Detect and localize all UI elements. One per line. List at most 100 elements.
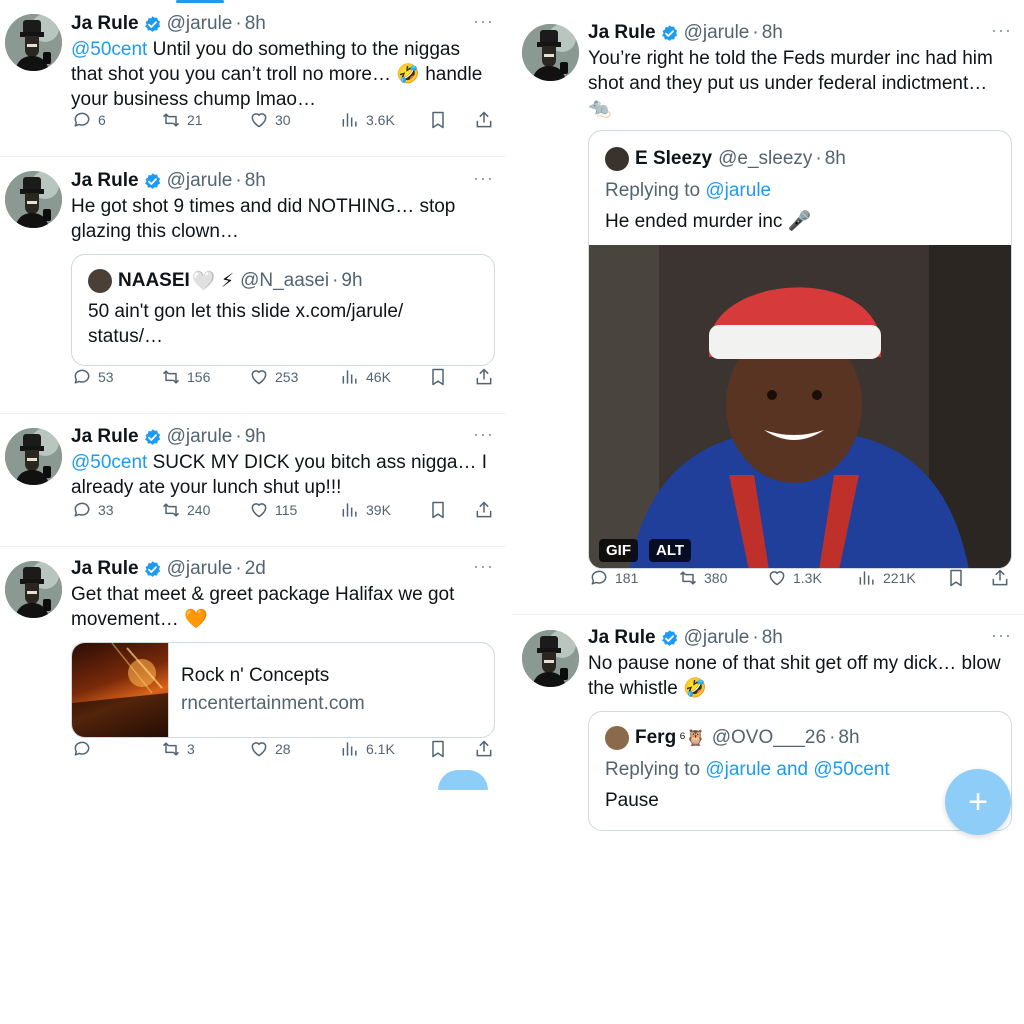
avatar[interactable] [5,428,62,485]
share-button[interactable] [474,110,494,130]
tweet-time[interactable]: 8h [762,627,783,649]
bookmark-button[interactable] [428,500,448,520]
share-button[interactable] [990,568,1010,588]
replying-prefix: Replying to [605,180,706,201]
gif-badge: GIF [599,539,638,562]
quote-header: Ferg ⁶🦉 @OVO___26 · 8h [605,726,995,750]
quote-text: He ended murder inc 🎤 [605,211,812,232]
tweet[interactable]: Ja Rule @jarule · 2d ··· Get that meet &… [0,547,506,790]
view-count: 221K [883,570,916,586]
author-handle[interactable]: @jarule [167,558,233,580]
author-handle[interactable]: @jarule [167,170,233,192]
tweet-text: @50cent Until you do something to the ni… [71,37,494,112]
tweet[interactable]: Ja Rule @jarule · 8h ··· He got shot 9 t… [0,157,506,414]
repost-button[interactable]: 156 [161,367,210,387]
views-button[interactable]: 3.6K [340,110,395,130]
repost-button[interactable]: 380 [678,568,727,588]
tweet-text: You’re right he told the Feds murder inc… [588,48,993,119]
tweet-header: Ja Rule @jarule · 8h [71,169,494,193]
more-options-icon[interactable]: ··· [473,557,494,575]
author-name[interactable]: Ja Rule [71,558,139,580]
alt-badge[interactable]: ALT [649,539,692,562]
reply-button[interactable]: 33 [72,500,114,520]
avatar[interactable] [5,561,62,618]
author-handle[interactable]: @jarule [684,627,750,649]
like-button[interactable]: 115 [249,500,297,520]
tweet-time[interactable]: 8h [245,13,266,35]
like-count: 28 [275,741,291,757]
bookmark-button[interactable] [428,739,448,759]
more-options-icon[interactable]: ··· [473,425,494,443]
avatar[interactable] [522,24,579,81]
share-icon [474,110,494,130]
reply-button[interactable]: 53 [72,367,114,387]
repost-button[interactable]: 21 [161,110,203,130]
mention-link[interactable]: @50cent [71,452,147,473]
author-name[interactable]: Ja Rule [71,13,139,35]
reply-count: 181 [615,570,639,586]
quote-time: 8h [824,148,846,169]
reply-button[interactable]: 181 [589,568,638,588]
tweet-text: @50cent SUCK MY DICK you bitch ass nigga… [71,450,494,500]
repost-button[interactable]: 240 [161,500,210,520]
bookmark-button[interactable] [946,568,966,588]
avatar[interactable] [5,171,62,228]
quoted-tweet[interactable]: NAASEI 🤍 ⚡ @N_aasei · 9h 50 ain't gon le… [71,254,495,366]
link-card[interactable]: Rock n' Concepts rncentertainment.com [71,642,495,738]
quote-author-name: E Sleezy [635,148,713,169]
bookmark-button[interactable] [428,367,448,387]
gif-media[interactable]: GIF ALT [589,245,1011,568]
link-card-title: Rock n' Concepts [181,665,330,686]
repost-count: 21 [187,112,203,128]
tweet-time[interactable]: 9h [245,426,266,448]
author-handle[interactable]: @jarule [167,426,233,448]
tweet-time[interactable]: 2d [245,558,266,580]
views-button[interactable]: 39K [340,500,391,520]
quoted-tweet[interactable]: E Sleezy @e_sleezy · 8h Replying to @jar… [588,130,1012,569]
share-button[interactable] [474,739,494,759]
author-handle[interactable]: @jarule [684,22,750,44]
tweet[interactable]: Ja Rule @jarule · 9h ··· @50cent SUCK MY… [0,414,506,547]
author-name[interactable]: Ja Rule [71,426,139,448]
gif-image [589,245,1011,568]
avatar[interactable] [5,14,62,71]
share-button[interactable] [474,367,494,387]
quote-author-handle: @N_aasei [240,270,330,291]
views-button[interactable]: 221K [857,568,916,588]
repost-button[interactable]: 3 [161,739,195,759]
link-card-info: Rock n' Concepts rncentertainment.com [168,643,365,737]
share-button[interactable] [474,500,494,520]
views-icon [340,367,360,387]
tweet-header: Ja Rule @jarule · 2d [71,557,494,581]
author-name[interactable]: Ja Rule [71,170,139,192]
more-options-icon[interactable]: ··· [991,626,1012,644]
author-handle[interactable]: @jarule [167,13,233,35]
bookmark-button[interactable] [428,110,448,130]
like-button[interactable]: 253 [249,367,298,387]
verified-badge-icon [660,629,679,648]
compose-button[interactable]: + [945,769,1011,835]
like-button[interactable]: 28 [249,739,291,759]
reply-button[interactable] [72,739,98,759]
reply-button[interactable]: 6 [72,110,106,130]
tweet[interactable]: Ja Rule @jarule · 8h ··· @50cent Until y… [0,0,506,157]
like-count: 115 [275,502,298,518]
more-options-icon[interactable]: ··· [991,21,1012,39]
quote-header: NAASEI 🤍 ⚡ @N_aasei · 9h [88,269,478,293]
tweet[interactable]: Ja Rule @jarule · 8h ··· You’re right he… [512,0,1024,615]
more-options-icon[interactable]: ··· [473,12,494,30]
tweet-time[interactable]: 8h [245,170,266,192]
views-button[interactable]: 46K [340,367,391,387]
replying-to-link[interactable]: @jarule and @50cent [705,759,889,780]
tweet-time[interactable]: 8h [762,22,783,44]
mention-link[interactable]: @50cent [71,39,147,60]
more-options-icon[interactable]: ··· [473,169,494,187]
author-name[interactable]: Ja Rule [588,22,656,44]
like-button[interactable]: 30 [249,110,291,130]
views-button[interactable]: 6.1K [340,739,395,759]
repost-icon [678,568,698,588]
replying-to-link[interactable]: @jarule [705,180,771,201]
avatar[interactable] [522,630,579,687]
like-button[interactable]: 1.3K [767,568,822,588]
author-name[interactable]: Ja Rule [588,627,656,649]
